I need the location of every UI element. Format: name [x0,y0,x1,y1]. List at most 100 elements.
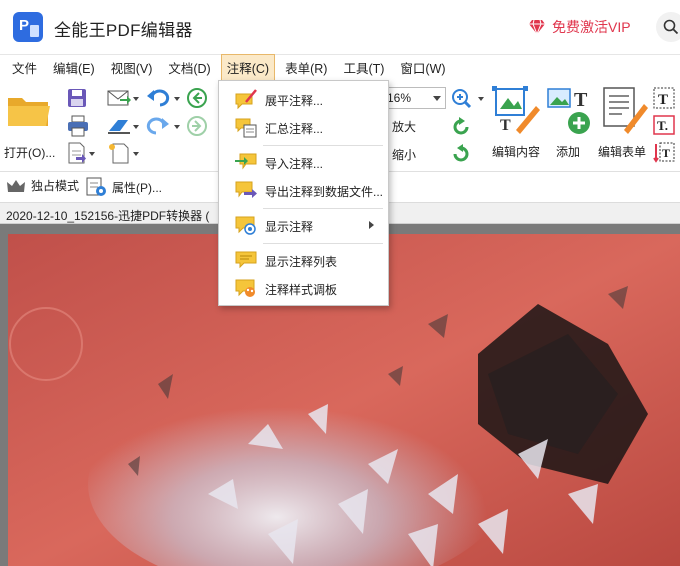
open-label: 打开(O)... [4,146,56,160]
eraser-icon [108,120,139,134]
menu-item-flatten-annotations[interactable]: 展平注释... [219,85,388,113]
text-box-icon: T [653,87,675,109]
flatten-annotation-icon [235,89,257,110]
arrow-right-circle-icon [187,116,207,136]
add-label: 添加 [556,145,581,159]
edit-content-label: 编辑内容 [492,145,541,159]
save-button[interactable] [66,87,88,109]
exclusive-mode-label: 独占模式 [31,179,80,193]
undo-button[interactable] [146,87,182,109]
import-annotation-icon [235,153,257,170]
show-annotation-icon [235,216,256,235]
rotate-right-button[interactable] [450,143,472,165]
text-box-tool-button[interactable]: T [652,86,676,110]
email-icon [107,90,139,106]
rotate-left-button[interactable] [450,116,472,138]
email-button[interactable] [106,87,140,109]
svg-text:T: T [658,92,668,108]
menu-separator [263,208,383,209]
menu-item-export-annotations[interactable]: 导出注释到数据文件... [219,176,388,204]
undo-icon [147,89,180,107]
redo-icon [146,117,180,135]
menu-item-show-annotations[interactable]: 显示注释 [219,211,388,239]
zoom-select[interactable]: 16% [382,87,446,109]
text-field-icon: T. [653,115,675,135]
chevron-down-icon [433,96,441,101]
edit-form-icon [603,87,648,134]
svg-text:T: T [500,117,511,134]
zoom-out-label: 缩小 [392,148,417,162]
document-arrow-icon [68,142,95,164]
comment-menu-dropdown: 展平注释... 汇总注释... 导入注释... 导出注释到数据文件... 显示注… [218,80,389,306]
zoom-in-tool-button[interactable] [450,87,486,111]
zoom-out-button[interactable]: 缩小 [386,145,426,163]
zoom-in-icon [452,89,484,109]
text-field-tool-button[interactable]: T. [652,113,676,137]
convert-button[interactable] [66,142,96,164]
new-document-button[interactable] [106,142,140,164]
rotate-right-icon [453,144,469,162]
crown-icon [7,179,25,192]
annotation-list-icon [235,251,257,269]
document-tab-title: 2020-12-10_152156-迅捷PDF转换器 ( [6,209,210,223]
menu-window[interactable]: 窗口(W) [394,54,451,81]
menu-edit[interactable]: 编辑(E) [47,54,101,81]
export-annotation-icon [235,181,257,198]
menu-document[interactable]: 文档(D) [162,54,216,81]
zoom-in-label: 放大 [392,120,417,134]
activate-vip-button[interactable]: 免费激活VIP [528,16,631,38]
app-title: 全能王PDF编辑器 [54,21,193,40]
edit-content-icon: T [492,86,540,134]
menu-bar: 文件 编辑(E) 视图(V) 文档(D) 注释(C) 表单(R) 工具(T) 窗… [0,54,680,81]
chevron-right-icon [369,221,374,229]
menu-tools[interactable]: 工具(T) [337,54,390,81]
summarize-annotation-icon [235,118,257,138]
svg-text:T: T [574,89,588,111]
annotation-style-icon [235,279,255,297]
next-view-button[interactable] [186,115,208,137]
save-icon [68,89,86,107]
properties-label: 属性(P)... [112,180,162,195]
new-document-icon [109,143,139,164]
folder-icon [8,98,50,126]
redo-button[interactable] [146,115,182,137]
edit-form-button[interactable]: 编辑表单 [596,86,652,162]
menu-item-import-annotations[interactable]: 导入注释... [219,148,388,176]
menu-comment[interactable]: 注释(C) [220,54,276,81]
zoom-in-button[interactable]: 放大 [386,117,426,135]
menu-item-annotation-style-palette[interactable]: 注释样式调板 [219,274,388,302]
search-button[interactable] [656,12,680,42]
highlight-tool-button[interactable] [106,115,140,137]
menu-form[interactable]: 表单(R) [279,54,333,81]
menu-separator [263,243,383,244]
print-button[interactable] [66,115,90,137]
add-content-icon: T [547,88,590,134]
exclusive-mode-button[interactable]: 独占模式 [6,177,79,194]
properties-icon [86,177,106,196]
arrow-left-circle-icon [187,88,207,108]
open-button[interactable]: 打开(O)... [4,88,56,160]
rotate-left-icon [453,117,469,135]
edit-form-label: 编辑表单 [598,145,647,159]
menu-view[interactable]: 视图(V) [105,54,159,81]
vip-label: 免费激活VIP [552,19,631,35]
menu-separator [263,145,383,146]
zoom-value: 16% [387,91,412,105]
text-insert-icon: T [653,142,675,163]
svg-text:T.: T. [657,118,668,133]
menu-item-summarize-annotations[interactable]: 汇总注释... [219,113,388,141]
properties-button[interactable]: 属性(P)... [86,177,162,197]
previous-view-button[interactable] [186,87,208,109]
add-button[interactable]: T 添加 [546,86,596,162]
text-insert-tool-button[interactable]: T [652,140,676,164]
diamond-icon [529,19,545,35]
menu-file[interactable]: 文件 [6,54,43,81]
title-bar: P 全能王PDF编辑器 免费激活VIP [0,0,680,54]
app-window: P 全能王PDF编辑器 免费激活VIP 文件 编辑(E) 视图(V) 文档(D)… [0,0,680,566]
menu-item-annotation-list[interactable]: 显示注释列表 [219,246,388,274]
search-icon [663,19,679,35]
svg-text:T: T [662,146,670,160]
edit-content-button[interactable]: T 编辑内容 [486,86,546,162]
app-logo-icon: P [13,12,43,42]
print-icon [68,115,88,137]
